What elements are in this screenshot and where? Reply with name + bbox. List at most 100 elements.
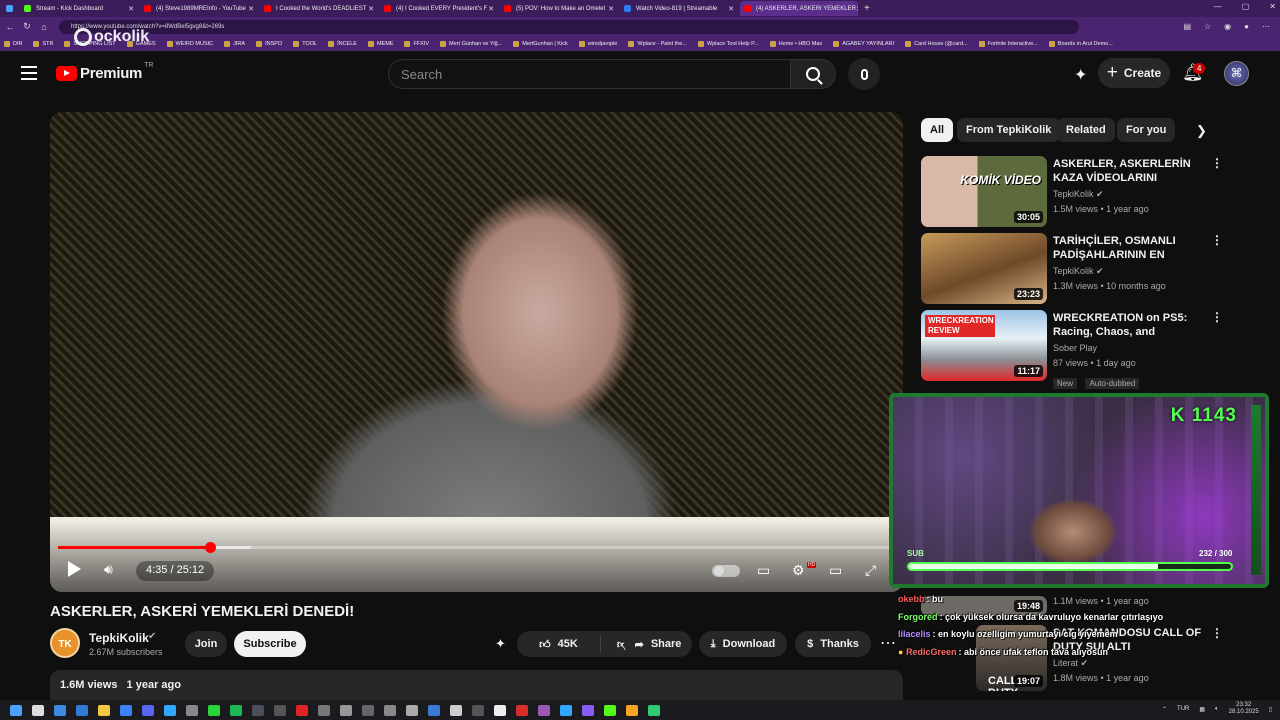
task-view-icon[interactable] — [54, 704, 66, 716]
app-icon[interactable] — [516, 704, 528, 716]
steam-icon[interactable] — [252, 704, 264, 716]
tab-close-icon[interactable]: ✕ — [368, 5, 374, 13]
star-icon[interactable]: ☆ — [1204, 22, 1211, 31]
edge-icon[interactable] — [164, 704, 176, 716]
search-icon[interactable] — [32, 704, 44, 716]
related-video[interactable]: KOMİK VİDEO 30:05 ASKERLER, ASKERLERİN K… — [921, 156, 1223, 228]
app-icon[interactable] — [296, 704, 308, 716]
voice-search-button[interactable] — [848, 58, 880, 90]
app-icon[interactable] — [362, 704, 374, 716]
spark-icon[interactable]: ✦ — [495, 636, 506, 652]
menu-dots-icon[interactable]: ⋯ — [1262, 22, 1270, 31]
theater-mode-icon[interactable]: ▭ — [829, 562, 842, 579]
tab-close-icon[interactable]: ✕ — [608, 5, 614, 13]
download-button[interactable]: ⤓ Download — [699, 631, 787, 657]
spotify-icon[interactable] — [230, 704, 242, 716]
join-button[interactable]: Join — [185, 631, 227, 657]
profile-icon[interactable]: ● — [1244, 22, 1249, 31]
app-icon[interactable] — [494, 704, 506, 716]
photoshop-icon[interactable] — [560, 704, 572, 716]
more-options-icon[interactable]: ⋮ — [1211, 156, 1223, 170]
autoplay-toggle[interactable] — [712, 565, 740, 577]
video-player[interactable]: 🔊︎ 4:35 / 25:12 ▭ ⚙ HD ▭ ⤢ — [50, 112, 903, 592]
bookmark-item[interactable]: Mert Günhan ve Yiğ... — [440, 40, 502, 47]
tab-close-icon[interactable]: ✕ — [488, 5, 494, 13]
tab-close-icon[interactable]: ✕ — [856, 5, 858, 13]
video-thumbnail[interactable]: WRECKREATION REVIEW 11:17 — [921, 310, 1047, 381]
maximize-icon[interactable]: ▢ — [1242, 2, 1250, 11]
description-box[interactable]: 1.6M views 1 year ago — [50, 670, 903, 700]
new-tab-button[interactable]: + — [864, 3, 870, 14]
app-icon[interactable] — [340, 704, 352, 716]
app-icon[interactable] — [472, 704, 484, 716]
hamburger-menu-icon[interactable] — [21, 66, 37, 80]
bookmark-item[interactable]: MEME — [367, 40, 393, 47]
youtube-create-spark-icon[interactable]: ✦ — [1074, 65, 1087, 85]
language-indicator[interactable]: TUR — [1177, 706, 1189, 712]
app-icon[interactable] — [648, 704, 660, 716]
related-video[interactable]: WRECKREATION REVIEW 11:17 WRECKREATION o… — [921, 310, 1223, 390]
video-thumbnail[interactable]: 23:23 — [921, 233, 1047, 304]
create-button[interactable]: + Create — [1098, 58, 1170, 88]
chip-all[interactable]: All — [921, 118, 954, 142]
fullscreen-icon[interactable]: ⤢ — [865, 562, 876, 579]
browser-tab[interactable]: (4) ASKERLER, ASKERI YEMEKLER✕ — [740, 1, 858, 16]
account-avatar[interactable]: ⌘ — [1224, 61, 1249, 86]
bookmark-item[interactable]: İNCELE — [328, 40, 357, 47]
back-icon[interactable]: ← — [3, 22, 17, 32]
app-icon[interactable] — [406, 704, 418, 716]
tab-close-icon[interactable]: ✕ — [728, 5, 734, 13]
thanks-button[interactable]: $ Thanks — [795, 631, 871, 657]
tab-close-icon[interactable]: ✕ — [128, 5, 134, 13]
chip-for-you[interactable]: For you — [1117, 118, 1176, 142]
volume-icon[interactable]: 🔊︎ — [104, 561, 113, 578]
bookmark-item[interactable]: Wplace - Paint the... — [628, 40, 687, 47]
kick-icon[interactable] — [604, 704, 616, 716]
browser-tab[interactable]: (4) Steve1989MREInfo - YouTube ✕ — [140, 1, 258, 16]
bookmark-item[interactable]: MertGunhan | Kick — [513, 40, 568, 47]
store-icon[interactable] — [120, 704, 132, 716]
xbox-icon[interactable] — [208, 704, 220, 716]
browser-tab[interactable]: I Cooked the World's DEADLIEST ✕ — [260, 1, 378, 16]
browser-tab[interactable]: Watch Video-819 | Streamable ✕ — [620, 1, 738, 16]
browser-tab[interactable]: (5) POV: How to Make an Omelet ✕ — [500, 1, 618, 16]
volume-tray-icon[interactable]: 🔈︎ — [1215, 706, 1219, 713]
after-effects-icon[interactable] — [538, 704, 550, 716]
subtitles-icon[interactable]: ▭ — [757, 562, 770, 579]
file-explorer-icon[interactable] — [98, 704, 110, 716]
more-options-icon[interactable]: ⋮ — [1211, 310, 1223, 324]
close-window-icon[interactable]: ✕ — [1269, 2, 1276, 11]
like-button[interactable]: 👍︎ 45K — [517, 635, 601, 653]
extension-icon[interactable]: ◉ — [1224, 22, 1231, 31]
channel-avatar[interactable]: TK — [50, 628, 80, 658]
app-icon[interactable] — [428, 704, 440, 716]
bookmark-item[interactable]: Home • HBO Max — [769, 40, 822, 47]
bookmark-item[interactable]: wiredpeople — [578, 40, 617, 47]
tray-chevron-icon[interactable]: ⌃ — [1162, 706, 1167, 713]
share-button[interactable]: ➦ Share — [624, 631, 692, 657]
premiere-icon[interactable] — [582, 704, 594, 716]
chip-from-channel[interactable]: From TepkiKolik — [957, 118, 1061, 142]
browser-tab[interactable]: (4) I Cooked EVERY President's F ✕ — [380, 1, 498, 16]
bookmark-item[interactable]: STR — [33, 40, 53, 47]
app-icon[interactable] — [318, 704, 330, 716]
home-icon[interactable]: ⌂ — [37, 22, 51, 32]
network-icon[interactable]: ▦ — [1199, 706, 1205, 713]
app-icon[interactable] — [274, 704, 286, 716]
more-actions-icon[interactable]: ⋯ — [880, 633, 896, 653]
channel-name[interactable]: TepkiKolik — [89, 631, 149, 645]
widgets-icon[interactable] — [76, 704, 88, 716]
bookmark-item[interactable]: TOOL — [293, 40, 317, 47]
search-input[interactable]: Search — [388, 59, 790, 89]
search-button[interactable] — [790, 59, 836, 89]
bookmark-item[interactable]: DIR — [4, 40, 22, 47]
bookmark-item[interactable]: JIRA — [224, 40, 245, 47]
more-options-icon[interactable]: ⋮ — [1211, 626, 1223, 640]
tab-close-icon[interactable]: ✕ — [248, 5, 254, 13]
url-field[interactable]: https://www.youtube.com/watch?v=8WdBel5g… — [59, 19, 1079, 34]
app-icon[interactable] — [450, 704, 462, 716]
minimize-icon[interactable]: — — [1214, 2, 1222, 11]
start-icon[interactable] — [10, 704, 22, 716]
youtube-premium-logo[interactable]: Premium TR — [56, 62, 153, 82]
app-icon[interactable] — [384, 704, 396, 716]
